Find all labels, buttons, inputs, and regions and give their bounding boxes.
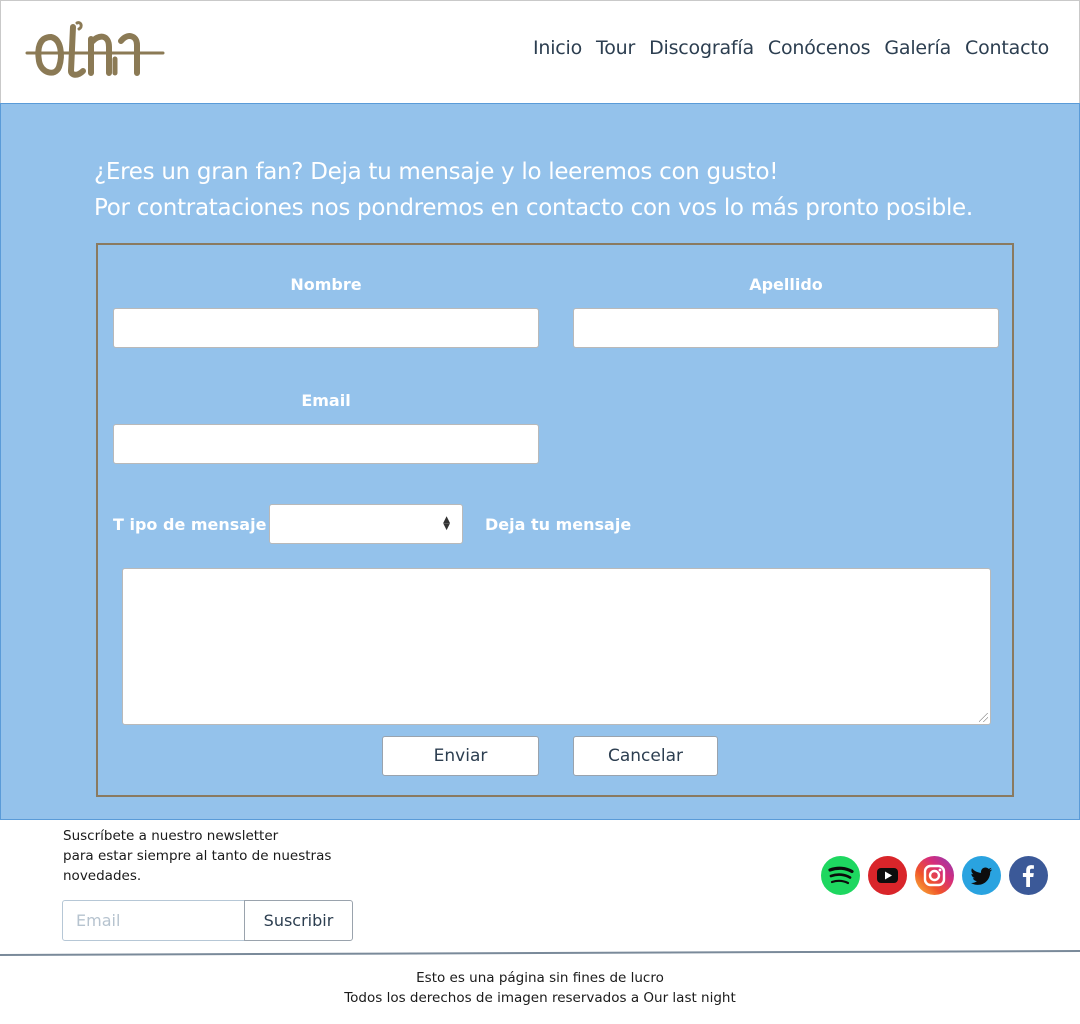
email-input[interactable] — [113, 424, 539, 464]
site-header: Inicio Tour Discografía Conócenos Galerí… — [0, 0, 1080, 104]
contact-form: Nombre Apellido Email T ipo de mensaje ▲… — [96, 243, 1014, 797]
apellido-label: Apellido — [749, 275, 823, 294]
copyright-line-1: Esto es una página sin fines de lucro — [416, 970, 664, 986]
twitter-icon[interactable] — [962, 856, 1001, 895]
youtube-icon[interactable] — [868, 856, 907, 895]
contact-section: ¿Eres un gran fan? Deja tu mensaje y lo … — [0, 103, 1080, 820]
mensaje-textarea[interactable] — [122, 568, 991, 725]
subscribe-button[interactable]: Suscribir — [244, 900, 353, 941]
enviar-button[interactable]: Enviar — [382, 736, 539, 776]
nav-tour[interactable]: Tour — [596, 37, 635, 59]
newsletter-line-2: para estar siempre al tanto de nuestras — [63, 848, 332, 864]
mensaje-label: Deja tu mensaje — [485, 515, 632, 534]
main-nav: Inicio Tour Discografía Conócenos Galerí… — [519, 37, 1049, 59]
nav-discografia[interactable]: Discografía — [649, 37, 754, 59]
email-placeholder: Email — [76, 911, 121, 930]
newsletter-line-3: novedades. — [63, 868, 142, 884]
copyright-text: Esto es una página sin fines de lucro To… — [0, 968, 1080, 1008]
apellido-input[interactable] — [573, 308, 999, 348]
tipo-mensaje-label: T ipo de mensaje — [113, 515, 267, 534]
newsletter-text: Suscríbete a nuestro newsletter para est… — [63, 826, 331, 886]
email-label: Email — [301, 391, 351, 410]
instagram-icon[interactable] — [915, 856, 954, 895]
footer-divider — [0, 950, 1080, 956]
nav-galeria[interactable]: Galería — [884, 37, 951, 59]
spotify-icon[interactable] — [821, 856, 860, 895]
facebook-icon[interactable] — [1009, 856, 1048, 895]
nav-contacto[interactable]: Contacto — [965, 37, 1049, 59]
nombre-label: Nombre — [290, 275, 362, 294]
newsletter-email-input[interactable]: Email — [62, 900, 245, 941]
copyright-line-2: Todos los derechos de imagen reservados … — [344, 990, 736, 1006]
tipo-mensaje-select[interactable]: ▲ ▼ — [269, 504, 463, 544]
select-arrows-icon: ▲ ▼ — [443, 515, 450, 532]
intro-text: ¿Eres un gran fan? Deja tu mensaje y lo … — [94, 154, 973, 226]
nombre-input[interactable] — [113, 308, 539, 348]
intro-line-2: Por contrataciones nos pondremos en cont… — [94, 195, 973, 221]
band-logo[interactable] — [25, 19, 165, 81]
newsletter-line-1: Suscríbete a nuestro newsletter — [63, 828, 279, 844]
nav-conocenos[interactable]: Conócenos — [768, 37, 871, 59]
nav-inicio[interactable]: Inicio — [533, 37, 582, 59]
resize-grip-icon[interactable] — [979, 713, 988, 722]
cancelar-button[interactable]: Cancelar — [573, 736, 718, 776]
intro-line-1: ¿Eres un gran fan? Deja tu mensaje y lo … — [94, 159, 779, 185]
